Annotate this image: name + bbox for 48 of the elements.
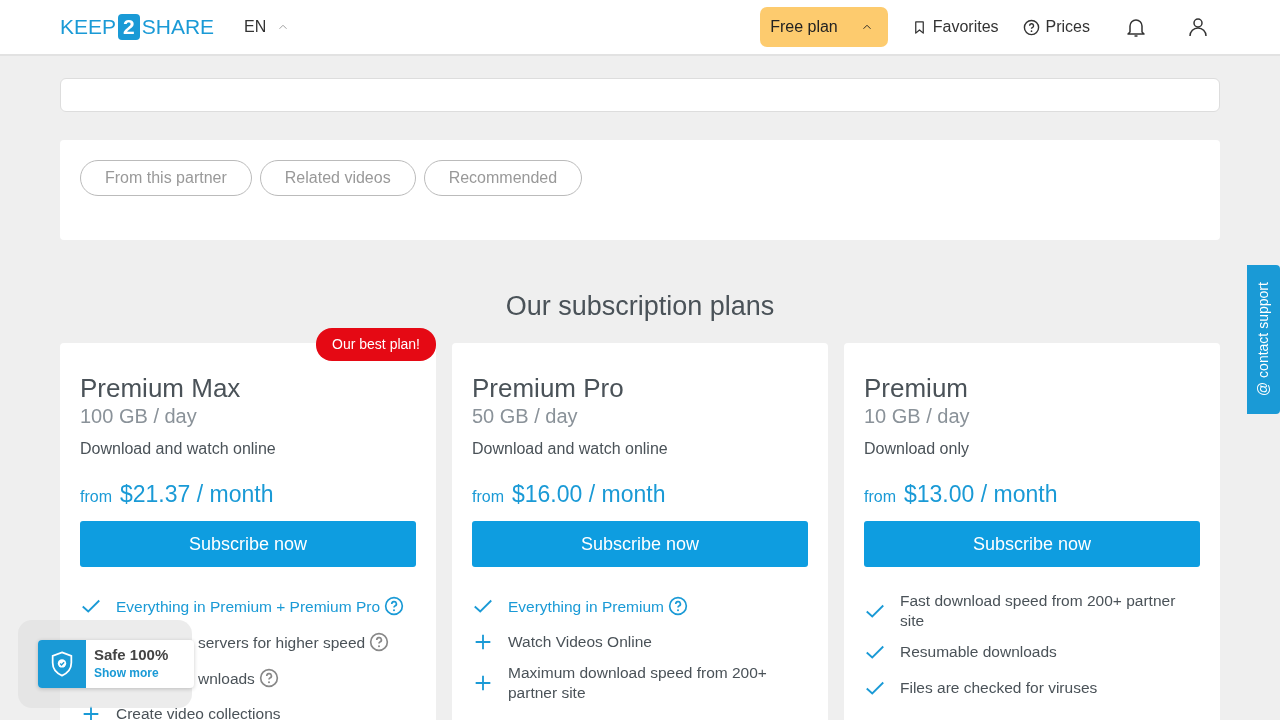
help-icon[interactable] [369,631,390,652]
plan-quota: 50 GB / day [472,403,579,429]
plan-quota: 10 GB / day [864,403,971,429]
feature-text: Fast download speed from 200+ partner site [900,592,1176,629]
feature-text: servers for higher speed [198,633,366,651]
safe-badge[interactable]: Safe 100% Show more [38,640,194,688]
plan-description: Download and watch online [80,438,277,459]
plan-quota: 100 GB / day [80,403,198,429]
plan-name: Premium Max [80,372,242,403]
user-icon[interactable] [1186,15,1210,39]
plan-name: Premium Pro [472,372,625,403]
safe-title: Safe 100% [94,645,169,665]
language-selector[interactable]: EN [238,14,297,40]
price-prefix: from [472,486,504,507]
plan-badge: Our best plan! [316,327,436,361]
subscribe-button[interactable]: Subscribe now [864,521,1200,567]
plan-price: $21.37 / month [120,479,274,509]
feature-text: Everything in Premium + Premium Pro [116,597,380,615]
tab-button[interactable]: Related videos [259,160,416,196]
feature-text: Files are checked for viruses [900,679,1098,696]
nav-link[interactable]: Prices [1022,15,1090,39]
show-more-link[interactable]: Show more [94,666,169,679]
price-prefix: from [864,486,896,507]
contact-support-tab[interactable]: @ contact support [1247,265,1280,414]
feature-text: wnloads [198,669,255,687]
price-prefix: from [80,486,112,507]
plan-price: $13.00 / month [904,479,1058,509]
plan-description: Download only [864,438,970,459]
help-icon[interactable] [384,595,404,616]
plan-description: Download and watch online [472,438,669,459]
section-title: Our subscription plans [504,290,776,323]
tab-button[interactable]: Recommended [423,160,583,196]
feature-text: Maximum download speed from 200+ partner site [508,664,767,701]
feature-text: Watch Videos Online [508,633,652,650]
feature-text: Create video collections [116,705,281,720]
feature-text: Everything in Premium [508,597,664,615]
feature-text: Resumable downloads [900,643,1057,660]
plan-button[interactable]: Free plan [760,7,888,47]
help-icon [1022,18,1040,36]
tab-button[interactable]: From this partner [80,160,252,196]
logo[interactable]: KEEP 2 SHARE [60,11,215,43]
nav-link[interactable]: Favorites [911,15,999,39]
plan-price: $16.00 / month [512,479,666,509]
help-icon[interactable] [258,667,279,688]
subscribe-button[interactable]: Subscribe now [80,521,416,567]
help-icon[interactable] [667,595,688,616]
subscribe-button[interactable]: Subscribe now [472,521,808,567]
plan-name: Premium [864,372,969,403]
